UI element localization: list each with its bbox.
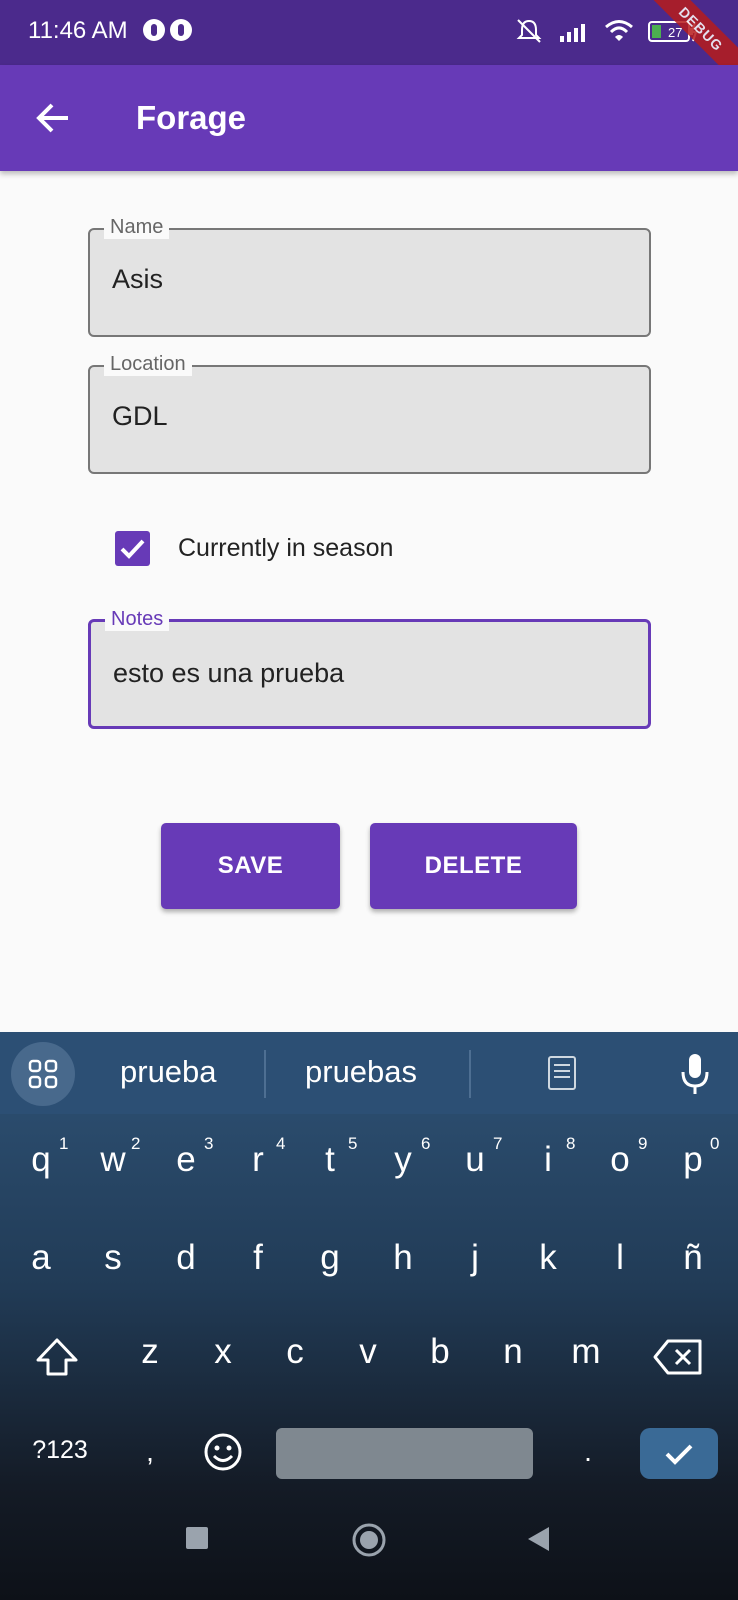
- comma-key[interactable]: ,: [122, 1436, 178, 1468]
- check-icon: [120, 539, 145, 559]
- key-a[interactable]: a: [13, 1238, 69, 1278]
- name-field-value: Asis: [112, 264, 164, 294]
- key-hint: 2: [131, 1134, 141, 1153]
- save-button[interactable]: SAVE: [161, 823, 340, 909]
- key-hint: 0: [710, 1134, 720, 1153]
- period-key[interactable]: .: [560, 1436, 616, 1468]
- clipboard-icon[interactable]: [546, 1054, 580, 1094]
- key-s[interactable]: s: [85, 1238, 141, 1278]
- notification-app-icon: [143, 19, 165, 41]
- in-season-label: Currently in season: [178, 534, 394, 562]
- key-hint: 4: [276, 1134, 286, 1153]
- status-time: 11:46 AM: [28, 17, 128, 44]
- suggestion-1[interactable]: prueba: [120, 1054, 217, 1090]
- location-field[interactable]: Location GDL: [88, 352, 651, 474]
- suggestion-2[interactable]: pruebas: [305, 1054, 417, 1090]
- notes-field-value: esto es una prueba: [113, 658, 345, 688]
- key-c[interactable]: c: [267, 1332, 323, 1372]
- key-b[interactable]: b: [412, 1332, 468, 1372]
- notification-app-icon: [170, 19, 192, 41]
- location-field-label: Location: [104, 352, 192, 376]
- key-j[interactable]: j: [447, 1238, 503, 1278]
- key-hint: 9: [638, 1134, 648, 1153]
- back-nav-icon[interactable]: [525, 1525, 551, 1553]
- home-icon[interactable]: [351, 1522, 387, 1558]
- key-h[interactable]: h: [375, 1238, 431, 1278]
- recents-icon[interactable]: [185, 1526, 209, 1550]
- emoji-icon[interactable]: [203, 1432, 243, 1472]
- key-m[interactable]: m: [558, 1332, 614, 1372]
- key-hint: 1: [59, 1134, 69, 1153]
- suggestion-divider: [469, 1050, 471, 1098]
- delete-button[interactable]: DELETE: [370, 823, 577, 909]
- suggestion-bar: prueba pruebas: [0, 1032, 738, 1114]
- microphone-icon[interactable]: [678, 1052, 712, 1096]
- key-n-tilde[interactable]: ñ: [665, 1238, 721, 1278]
- keyboard-menu-button[interactable]: [11, 1042, 75, 1106]
- back-button[interactable]: [30, 93, 80, 143]
- key-x[interactable]: x: [195, 1332, 251, 1372]
- mute-notifications-icon: [516, 19, 542, 43]
- name-field[interactable]: Name Asis: [88, 215, 651, 337]
- check-icon: [665, 1444, 693, 1465]
- key-f[interactable]: f: [230, 1238, 286, 1278]
- location-field-value: GDL: [112, 401, 168, 431]
- space-key[interactable]: [276, 1428, 533, 1479]
- shift-icon[interactable]: [34, 1336, 80, 1378]
- status-bar: 11:46 AM 27 DEBUG: [0, 0, 738, 92]
- status-icons: 27: [514, 18, 698, 44]
- signal-icon: [560, 24, 585, 42]
- key-hint: 6: [421, 1134, 431, 1153]
- key-l[interactable]: l: [592, 1238, 648, 1278]
- wifi-icon: [605, 20, 633, 41]
- key-v[interactable]: v: [340, 1332, 396, 1372]
- key-d[interactable]: d: [158, 1238, 214, 1278]
- key-hint: 7: [493, 1134, 503, 1153]
- key-z[interactable]: z: [122, 1332, 178, 1372]
- notes-field-label: Notes: [105, 607, 170, 631]
- suggestion-divider: [264, 1050, 266, 1098]
- key-g[interactable]: g: [302, 1238, 358, 1278]
- page-title: Forage: [136, 99, 247, 136]
- key-k[interactable]: k: [520, 1238, 576, 1278]
- grid-icon: [28, 1059, 58, 1089]
- done-key[interactable]: [640, 1428, 718, 1479]
- notes-field[interactable]: Notes esto es una prueba: [88, 607, 651, 729]
- key-hint: 5: [348, 1134, 358, 1153]
- arrow-back-icon: [36, 103, 68, 133]
- key-hint: 8: [566, 1134, 576, 1153]
- key-hint: 3: [204, 1134, 214, 1153]
- app-bar: Forage: [0, 65, 738, 171]
- in-season-checkbox[interactable]: [115, 531, 150, 566]
- key-n[interactable]: n: [485, 1332, 541, 1372]
- backspace-icon[interactable]: [652, 1338, 704, 1376]
- name-field-label: Name: [104, 215, 170, 239]
- keyboard: prueba pruebas q w e r t y u i o p 1 2 3…: [0, 1032, 738, 1600]
- symbols-key[interactable]: ?123: [24, 1436, 96, 1465]
